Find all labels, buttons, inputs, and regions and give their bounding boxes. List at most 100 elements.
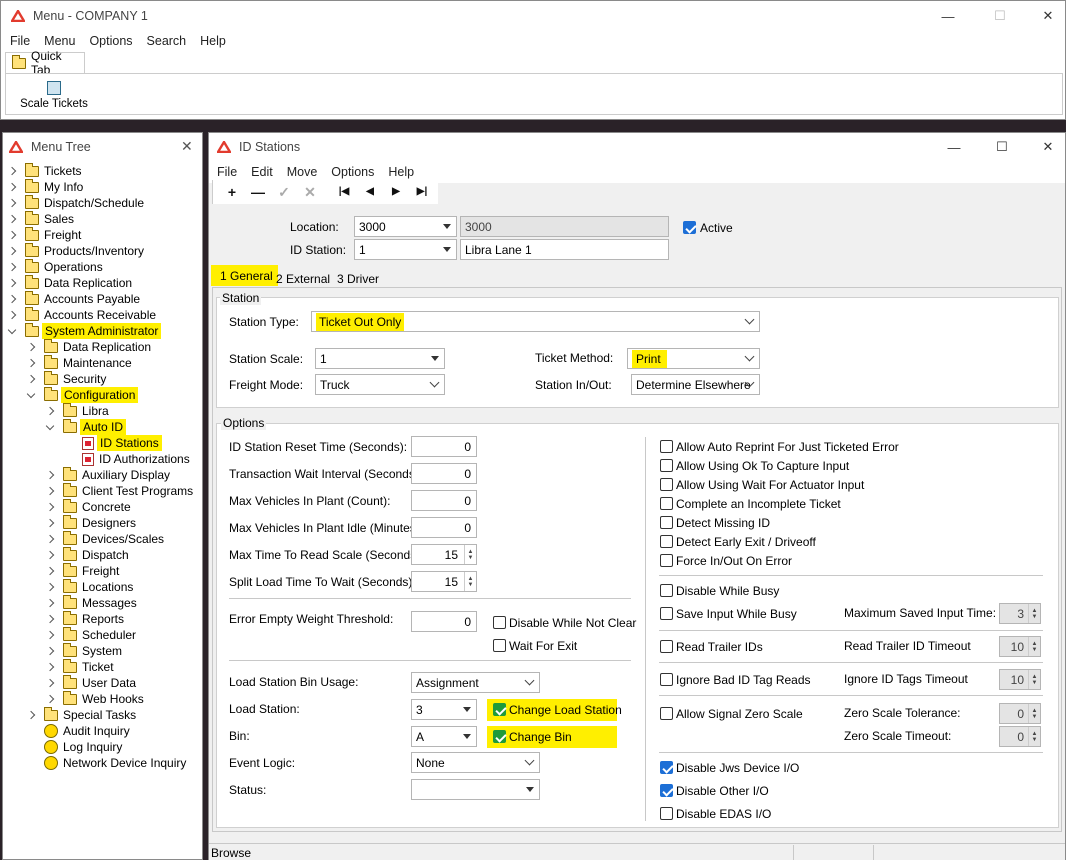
chevron-right-icon[interactable] bbox=[45, 566, 55, 576]
quick-tab[interactable]: Quick Tab bbox=[5, 49, 85, 77]
change-bin-checkbox[interactable] bbox=[493, 730, 506, 743]
menu-move[interactable]: Move bbox=[280, 165, 325, 179]
numeric-setting-input[interactable]: 15 ▲ ▼ bbox=[411, 571, 477, 592]
next-record-icon[interactable]: ▶ bbox=[386, 186, 406, 197]
maximize-icon[interactable]: ☐ bbox=[979, 133, 1025, 161]
tree-item[interactable]: Dispatch bbox=[45, 546, 129, 563]
tree-item[interactable]: User Data bbox=[45, 674, 136, 691]
tree-item[interactable]: Maintenance bbox=[26, 354, 132, 371]
event-logic-select[interactable]: None bbox=[411, 752, 540, 773]
spinner-icon[interactable]: ▲ ▼ bbox=[1028, 637, 1040, 656]
tree-item[interactable]: Scheduler bbox=[45, 626, 136, 643]
chevron-right-icon[interactable] bbox=[45, 406, 55, 416]
chevron-right-icon[interactable] bbox=[7, 198, 17, 208]
disable-edas-checkbox[interactable] bbox=[660, 807, 673, 820]
option-checkbox[interactable] bbox=[660, 478, 673, 491]
chevron-right-icon[interactable] bbox=[7, 246, 17, 256]
id-station-description[interactable]: Libra Lane 1 bbox=[460, 239, 669, 260]
chevron-right-icon[interactable] bbox=[7, 214, 17, 224]
disable-other-checkbox[interactable] bbox=[660, 784, 673, 797]
last-record-icon[interactable]: ▶| bbox=[412, 186, 432, 197]
tree-item[interactable]: Data Replication bbox=[26, 338, 151, 355]
tree-item[interactable]: System Administrator bbox=[7, 322, 162, 339]
chevron-right-icon[interactable] bbox=[7, 262, 17, 272]
active-checkbox[interactable] bbox=[683, 221, 696, 234]
ticket-method-select[interactable]: Print bbox=[627, 348, 760, 369]
disable-jws-checkbox[interactable] bbox=[660, 761, 673, 774]
tab-driver[interactable]: 3 Driver bbox=[337, 272, 379, 286]
max-saved-input[interactable]: 3 ▲ ▼ bbox=[999, 603, 1041, 624]
delete-record-icon[interactable]: — bbox=[248, 184, 268, 200]
tree-item[interactable]: Reports bbox=[45, 610, 124, 627]
chevron-right-icon[interactable] bbox=[45, 582, 55, 592]
zero-timeout-input[interactable]: 0 ▲ ▼ bbox=[999, 726, 1041, 747]
tree-item[interactable]: Configuration bbox=[26, 386, 139, 403]
change-load-station-checkbox[interactable] bbox=[493, 703, 506, 716]
option-checkbox[interactable] bbox=[660, 440, 673, 453]
chevron-right-icon[interactable] bbox=[45, 662, 55, 672]
spinner-icon[interactable]: ▲ ▼ bbox=[1028, 670, 1040, 689]
chevron-right-icon[interactable] bbox=[45, 534, 55, 544]
menu-edit[interactable]: Edit bbox=[244, 165, 280, 179]
chevron-right-icon[interactable] bbox=[7, 230, 17, 240]
menu-menu[interactable]: Menu bbox=[37, 34, 82, 48]
tree-item[interactable]: Auxiliary Display bbox=[45, 466, 170, 483]
read-trailer-timeout-input[interactable]: 10 ▲ ▼ bbox=[999, 636, 1041, 657]
zero-tol-input[interactable]: 0 ▲ ▼ bbox=[999, 703, 1041, 724]
tree-item[interactable]: Dispatch/Schedule bbox=[7, 194, 144, 211]
menu-options[interactable]: Options bbox=[324, 165, 381, 179]
chevron-right-icon[interactable] bbox=[45, 630, 55, 640]
ignore-timeout-input[interactable]: 10 ▲ ▼ bbox=[999, 669, 1041, 690]
freight-mode-select[interactable]: Truck bbox=[315, 374, 445, 395]
location-select[interactable]: 3000 bbox=[354, 216, 457, 237]
close-icon[interactable]: ✕ bbox=[1025, 1, 1066, 31]
tree-item[interactable]: Log Inquiry bbox=[28, 739, 122, 755]
tree-item[interactable]: Concrete bbox=[45, 498, 131, 515]
tree-item[interactable]: Auto ID bbox=[45, 418, 127, 435]
id-station-select[interactable]: 1 bbox=[354, 239, 457, 260]
chevron-right-icon[interactable] bbox=[26, 710, 36, 720]
tree-item[interactable]: Audit Inquiry bbox=[28, 723, 130, 739]
tree-item[interactable]: System bbox=[45, 642, 122, 659]
station-scale-select[interactable]: 1 bbox=[315, 348, 445, 369]
tree-item[interactable]: Security bbox=[26, 370, 106, 387]
chevron-right-icon[interactable] bbox=[7, 166, 17, 176]
tree-item[interactable]: Libra bbox=[45, 402, 109, 419]
menu-options[interactable]: Options bbox=[82, 34, 139, 48]
tree-item[interactable]: Accounts Payable bbox=[7, 290, 140, 307]
minimize-icon[interactable]: — bbox=[925, 1, 971, 31]
tree-item[interactable]: Accounts Receivable bbox=[7, 306, 156, 323]
minimize-icon[interactable]: — bbox=[931, 133, 977, 161]
tree-item[interactable]: Operations bbox=[7, 258, 103, 275]
disable-not-clear-checkbox[interactable] bbox=[493, 616, 506, 629]
option-checkbox[interactable] bbox=[660, 554, 673, 567]
tree-item[interactable]: Products/Inventory bbox=[7, 242, 144, 259]
menu-help[interactable]: Help bbox=[381, 165, 421, 179]
tree-item[interactable]: Messages bbox=[45, 594, 137, 611]
numeric-setting-input[interactable]: 0 bbox=[411, 517, 477, 538]
tree-item[interactable]: Special Tasks bbox=[26, 706, 136, 723]
tree-item[interactable]: ID Authorizations bbox=[66, 451, 190, 467]
menu-file[interactable]: File bbox=[3, 34, 37, 48]
close-icon[interactable]: ✕ bbox=[1025, 133, 1066, 161]
menu-help[interactable]: Help bbox=[193, 34, 233, 48]
error-threshold-input[interactable]: 0 bbox=[411, 611, 477, 632]
chevron-right-icon[interactable] bbox=[45, 678, 55, 688]
tree-item[interactable]: Devices/Scales bbox=[45, 530, 164, 547]
chevron-right-icon[interactable] bbox=[7, 294, 17, 304]
menu-search[interactable]: Search bbox=[140, 34, 194, 48]
option-checkbox[interactable] bbox=[660, 516, 673, 529]
tree-item[interactable]: Ticket bbox=[45, 658, 114, 675]
ignore-bad-checkbox[interactable] bbox=[660, 673, 673, 686]
maximize-icon[interactable]: ☐ bbox=[977, 1, 1023, 31]
station-inout-select[interactable]: Determine Elsewhere bbox=[631, 374, 760, 395]
numeric-setting-input[interactable]: 15 ▲ ▼ bbox=[411, 544, 477, 565]
spinner-icon[interactable]: ▲ ▼ bbox=[1028, 604, 1040, 623]
chevron-down-icon[interactable] bbox=[26, 389, 36, 398]
spinner-icon[interactable]: ▲ ▼ bbox=[464, 545, 476, 564]
prev-record-icon[interactable]: ◀ bbox=[360, 186, 380, 197]
chevron-right-icon[interactable] bbox=[26, 374, 36, 384]
option-checkbox[interactable] bbox=[660, 497, 673, 510]
chevron-right-icon[interactable] bbox=[45, 694, 55, 704]
tab-general[interactable]: 1 General bbox=[211, 265, 278, 286]
